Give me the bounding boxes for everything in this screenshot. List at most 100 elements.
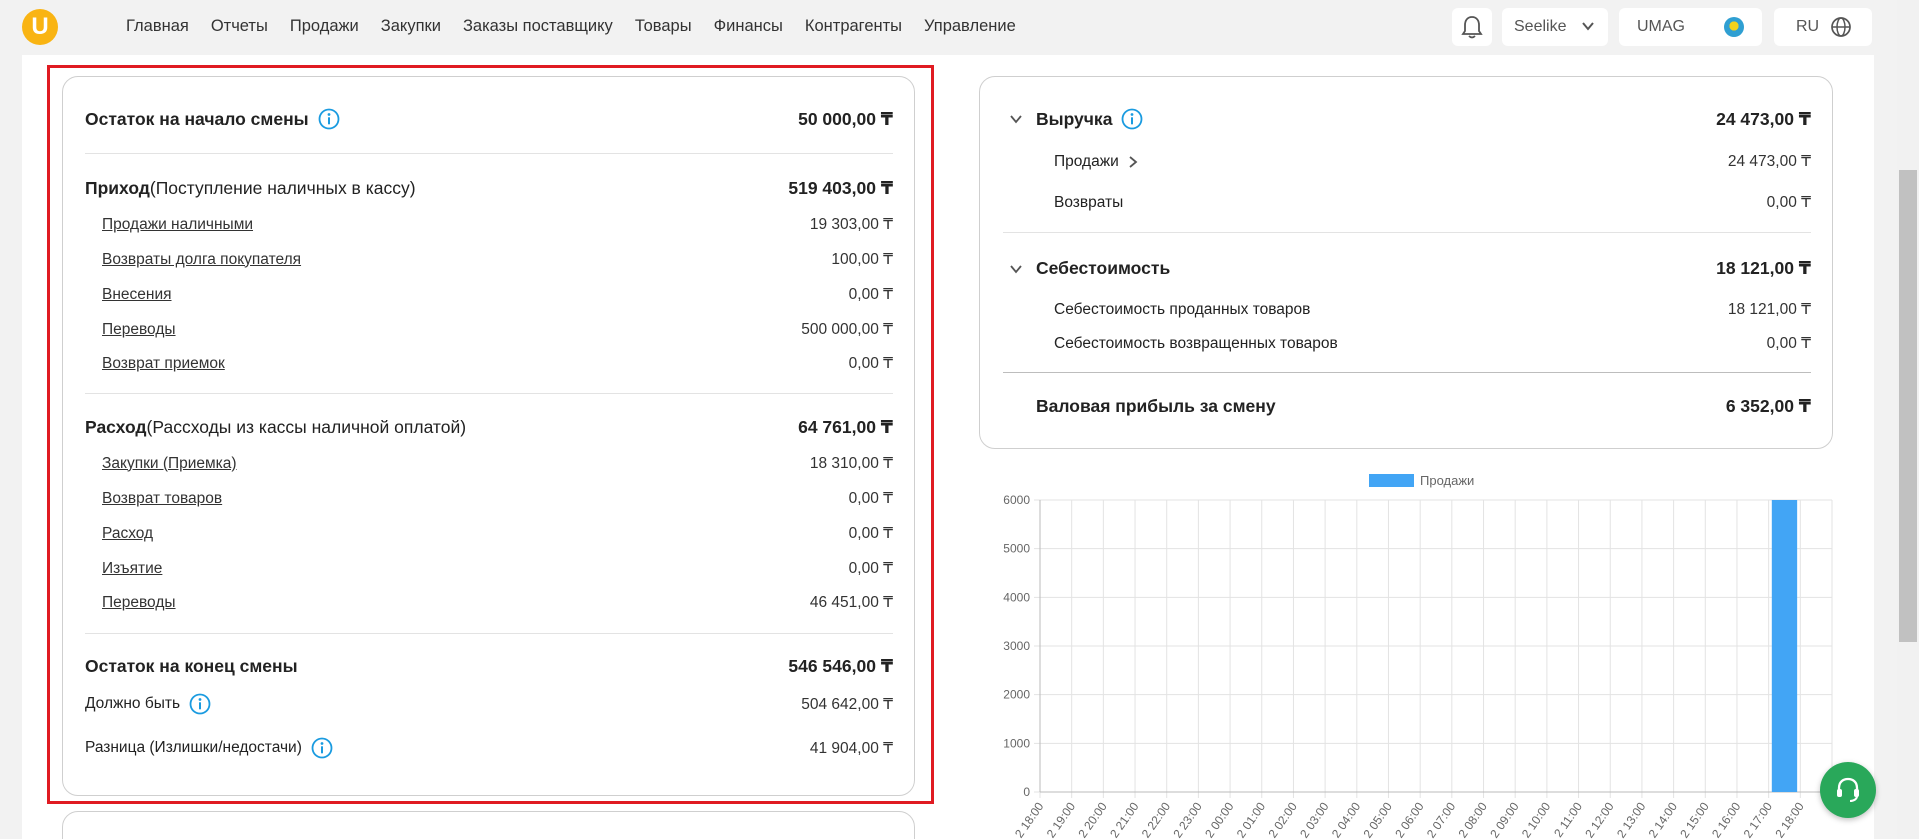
support-chat-button[interactable] — [1820, 762, 1876, 818]
expense-item-value: 0,00 ₸ — [848, 490, 893, 507]
expense-item-value: 18 310,00 ₸ — [809, 455, 893, 472]
x-tick-label: 2 14:00 — [1646, 799, 1681, 839]
x-tick-label: 2 17:00 — [1741, 799, 1776, 839]
income-item-value: 100,00 ₸ — [831, 251, 893, 268]
expense-item-link[interactable]: Переводы — [102, 594, 176, 612]
x-tick-label: 2 22:00 — [1139, 799, 1174, 839]
x-tick-label: 2 15:00 — [1677, 799, 1712, 839]
x-tick-label: 2 13:00 — [1614, 799, 1649, 839]
x-tick-label: 2 01:00 — [1234, 799, 1269, 839]
cost-sold-row: Себестоимость проданных товаров 18 121,0… — [1054, 300, 1811, 319]
cost-sold-label: Себестоимость проданных товаров — [1054, 300, 1311, 318]
nav-item-reports[interactable]: Отчеты — [211, 17, 268, 36]
expense-label: Расход — [85, 417, 147, 437]
cost-returned-value: 0,00 ₸ — [1766, 335, 1811, 352]
revenue-sales-row[interactable]: Продажи 24 473,00 ₸ — [1054, 152, 1811, 171]
y-tick-label: 6000 — [1003, 493, 1030, 507]
expected-label: Должно быть — [85, 695, 181, 712]
x-tick-label: 2 04:00 — [1329, 799, 1364, 839]
top-navigation: U Главная Отчеты Продажи Закупки Заказы … — [0, 0, 1897, 55]
expense-value: 64 761,00 ₸ — [798, 417, 893, 437]
expense-item-link[interactable]: Расход — [102, 525, 153, 543]
revenue-row[interactable]: Выручка 24 473,00 ₸ — [1008, 108, 1811, 130]
info-icon[interactable] — [311, 737, 333, 759]
income-item-link[interactable]: Внесения — [102, 286, 172, 304]
revenue-value: 24 473,00 ₸ — [1716, 108, 1811, 129]
income-label: Приход — [85, 178, 150, 198]
x-tick-label: 2 02:00 — [1265, 799, 1300, 839]
info-icon[interactable] — [318, 108, 340, 130]
expense-item-link[interactable]: Возврат товаров — [102, 490, 222, 508]
cost-value: 18 121,00 ₸ — [1716, 258, 1811, 278]
info-icon[interactable] — [189, 693, 211, 715]
language-selector[interactable]: RU — [1774, 8, 1872, 46]
divider — [85, 153, 893, 154]
gross-profit-label: Валовая прибыль за смену — [1036, 396, 1276, 416]
notifications-button[interactable] — [1452, 8, 1492, 46]
x-tick-label: 2 21:00 — [1107, 799, 1142, 839]
flag-icon — [1724, 17, 1744, 37]
opening-balance-label: Остаток на начало смены — [85, 108, 309, 129]
nav-item-counterparties[interactable]: Контрагенты — [805, 17, 902, 36]
cost-row[interactable]: Себестоимость 18 121,00 ₸ — [1008, 258, 1811, 279]
income-item-link[interactable]: Возврат приемок — [102, 355, 225, 373]
income-item-row: Переводы 500 000,00 ₸ — [102, 320, 893, 339]
x-tick-label: 2 16:00 — [1709, 799, 1744, 839]
chevron-right-icon — [1129, 155, 1138, 168]
income-row: Приход (Поступление наличных в кассу) 51… — [85, 178, 893, 199]
expense-item-row: Изъятие 0,00 ₸ — [102, 559, 893, 578]
expense-item-link[interactable]: Закупки (Приемка) — [102, 455, 237, 473]
user-menu[interactable]: UMAG — [1619, 8, 1762, 46]
revenue-returns-value: 0,00 ₸ — [1766, 194, 1811, 211]
x-tick-label: 2 18:00 — [1772, 799, 1807, 839]
income-item-row: Возврат приемок 0,00 ₸ — [102, 354, 893, 373]
revenue-returns-row: Возвраты 0,00 ₸ — [1054, 193, 1811, 212]
income-item-value: 500 000,00 ₸ — [801, 321, 893, 338]
nav-item-management[interactable]: Управление — [924, 17, 1016, 36]
next-card — [62, 811, 915, 839]
cost-sold-value: 18 121,00 ₸ — [1727, 301, 1811, 318]
revenue-sales-label: Продажи — [1054, 152, 1119, 170]
legend-label: Продажи — [1420, 473, 1474, 488]
nav-item-products[interactable]: Товары — [635, 17, 692, 36]
divider — [1003, 372, 1811, 373]
legend-swatch — [1369, 474, 1414, 487]
scrollbar-thumb[interactable] — [1899, 170, 1917, 642]
closing-balance-row: Остаток на конец смены 546 546,00 ₸ — [85, 656, 893, 677]
x-tick-label: 2 06:00 — [1392, 799, 1427, 839]
y-tick-label: 3000 — [1003, 639, 1030, 653]
sales-by-hour-chart: Продажи01000200030004000500060002 18:002… — [1003, 473, 1833, 839]
difference-label: Разница (Излишки/недостачи) — [85, 739, 302, 756]
store-selector[interactable]: Seelike — [1502, 8, 1608, 46]
x-tick-label: 2 18:00 — [1012, 799, 1047, 839]
x-tick-label: 2 10:00 — [1519, 799, 1554, 839]
umag-logo[interactable]: U — [22, 9, 58, 45]
scrollbar[interactable] — [1897, 0, 1919, 839]
x-tick-label: 2 00:00 — [1202, 799, 1237, 839]
chevron-down-icon[interactable] — [1008, 111, 1024, 127]
expected-value: 504 642,00 ₸ — [801, 695, 893, 713]
income-item-value: 0,00 ₸ — [848, 355, 893, 372]
income-item-link[interactable]: Продажи наличными — [102, 216, 253, 234]
opening-balance-row: Остаток на начало смены 50 000,00 ₸ — [85, 108, 893, 130]
x-tick-label: 2 12:00 — [1582, 799, 1617, 839]
chevron-down-icon[interactable] — [1008, 261, 1024, 277]
nav-item-finance[interactable]: Финансы — [714, 17, 783, 36]
income-item-link[interactable]: Возвраты долга покупателя — [102, 251, 301, 269]
income-item-link[interactable]: Переводы — [102, 321, 176, 339]
divider — [85, 393, 893, 394]
nav-item-sales[interactable]: Продажи — [290, 17, 359, 36]
nav-item-purchases[interactable]: Закупки — [381, 17, 441, 36]
nav-item-home[interactable]: Главная — [126, 17, 189, 36]
main-menu: Главная Отчеты Продажи Закупки Заказы по… — [126, 17, 1038, 36]
expense-item-row: Возврат товаров 0,00 ₸ — [102, 489, 893, 508]
store-name: Seelike — [1514, 18, 1567, 35]
difference-value: 41 904,00 ₸ — [809, 739, 893, 757]
y-tick-label: 5000 — [1003, 542, 1030, 556]
bell-icon — [1461, 16, 1483, 39]
headset-icon — [1837, 777, 1859, 802]
expense-item-link[interactable]: Изъятие — [102, 560, 162, 578]
info-icon[interactable] — [1121, 108, 1143, 130]
divider — [85, 633, 893, 634]
nav-item-supplier-orders[interactable]: Заказы поставщику — [463, 17, 613, 36]
